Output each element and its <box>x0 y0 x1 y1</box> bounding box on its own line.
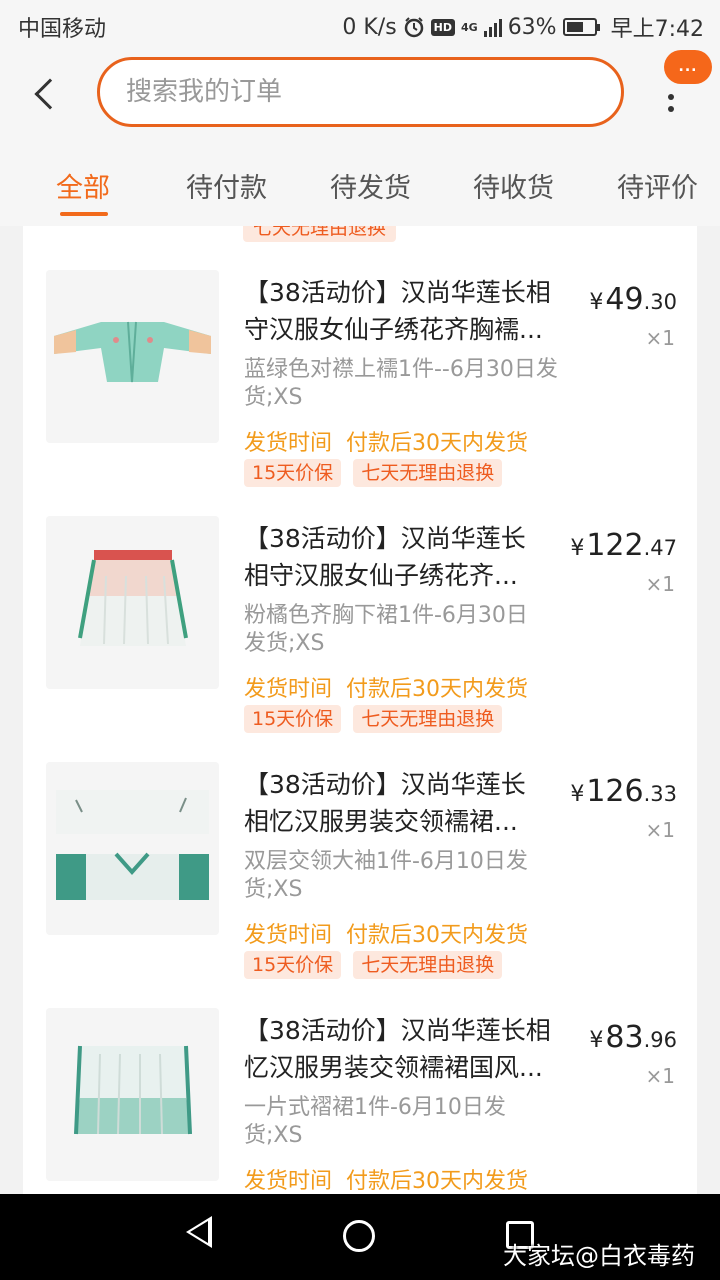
header <box>0 50 720 140</box>
clock: 早上7:42 <box>610 17 704 42</box>
product-image[interactable] <box>46 1008 219 1181</box>
network-speed: 0 K/s <box>342 14 397 40</box>
product-sku: 双层交领大袖1件-6月10日发 货;XS <box>244 849 528 902</box>
order-item[interactable]: 【38活动价】汉尚华莲长 相忆汉服男装交领襦裙... 双层交领大袖1件-6月10… <box>23 718 697 979</box>
order-tabs: 全部 待付款 待发货 待收货 待评价 <box>0 140 720 226</box>
more-dot <box>668 94 674 100</box>
watermark: 大家坛@白衣毒药 <box>503 1242 695 1270</box>
product-quantity: ×1 <box>645 1064 675 1088</box>
battery-icon <box>562 18 600 36</box>
product-price: ¥83.96 <box>589 1020 677 1055</box>
tab-pending-shipment[interactable]: 待发货 <box>330 166 411 205</box>
alarm-icon <box>403 16 425 38</box>
status-bar: 中国移动 0 K/s HD 4G 63% 早上7:42 <box>0 0 720 50</box>
order-list[interactable]: 七天无理由退换 【38活动价】汉尚华莲长相 守汉服女仙子绣花齐胸襦... 蓝绿色… <box>23 226 697 1196</box>
product-sku: 粉橘色齐胸下裙1件-6月30日 发货;XS <box>244 603 528 656</box>
product-image[interactable] <box>46 762 219 935</box>
shipping-info: 发货时间 付款后30天内发货 <box>244 677 529 702</box>
tab-pending-receipt[interactable]: 待收货 <box>473 166 554 205</box>
product-title[interactable]: 【38活动价】汉尚华莲长相 忆汉服男装交领襦裙国风... <box>244 1012 551 1086</box>
back-button[interactable] <box>26 70 66 118</box>
product-quantity: ×1 <box>645 326 675 350</box>
product-price: ¥49.30 <box>589 282 677 317</box>
order-item[interactable]: 【38活动价】汉尚华莲长 相守汉服女仙子绣花齐... 粉橘色齐胸下裙1件-6月3… <box>23 472 697 733</box>
product-price: ¥126.33 <box>570 774 677 809</box>
chevron-left-icon <box>34 78 66 110</box>
product-quantity: ×1 <box>645 572 675 596</box>
tab-pending-payment[interactable]: 待付款 <box>186 166 267 205</box>
message-badge[interactable]: ... <box>664 50 712 84</box>
tab-all[interactable]: 全部 <box>56 166 110 205</box>
product-image[interactable] <box>46 270 219 443</box>
product-title[interactable]: 【38活动价】汉尚华莲长相 守汉服女仙子绣花齐胸襦... <box>244 274 551 348</box>
network-type-icon: 4G <box>461 20 478 34</box>
product-price: ¥122.47 <box>570 528 677 563</box>
product-title[interactable]: 【38活动价】汉尚华莲长 相忆汉服男装交领襦裙... <box>244 766 526 840</box>
nav-home-icon[interactable] <box>343 1220 375 1252</box>
product-title[interactable]: 【38活动价】汉尚华莲长 相守汉服女仙子绣花齐... <box>244 520 526 594</box>
shipping-info: 发货时间 付款后30天内发货 <box>244 923 529 948</box>
carrier-label: 中国移动 <box>18 17 107 42</box>
order-item[interactable]: 【38活动价】汉尚华莲长相 忆汉服男装交领襦裙国风... 一片式褶裙1件-6月1… <box>23 964 697 1196</box>
product-quantity: ×1 <box>645 818 675 842</box>
active-tab-indicator <box>60 212 108 216</box>
battery-percent: 63% <box>507 14 557 40</box>
order-item[interactable]: 【38活动价】汉尚华莲长相 守汉服女仙子绣花齐胸襦... 蓝绿色对襟上襦1件--… <box>23 226 697 487</box>
search-input[interactable] <box>100 60 621 124</box>
product-sku: 蓝绿色对襟上襦1件--6月30日发 货;XS <box>244 357 558 410</box>
tab-pending-review[interactable]: 待评价 <box>617 166 698 205</box>
shipping-info: 发货时间 付款后30天内发货 <box>244 1169 529 1194</box>
nav-back-icon[interactable] <box>186 1216 212 1248</box>
search-box[interactable] <box>97 57 624 127</box>
more-dot <box>668 106 674 112</box>
product-sku: 一片式褶裙1件-6月10日发 货;XS <box>244 1095 506 1148</box>
shipping-info: 发货时间 付款后30天内发货 <box>244 431 529 456</box>
status-icons: 0 K/s HD 4G 63% 早上7:42 <box>342 11 704 43</box>
signal-icon <box>483 17 502 37</box>
hd-icon: HD <box>430 18 455 36</box>
product-image[interactable] <box>46 516 219 689</box>
